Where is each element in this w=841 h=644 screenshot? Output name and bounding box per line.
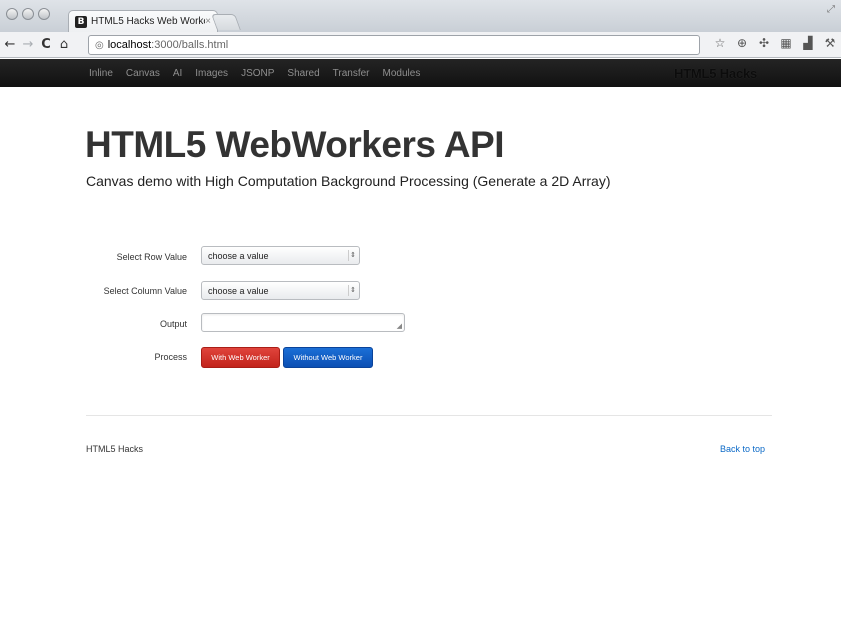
browser-window: B HTML5 Hacks Web Workers × ⤢ ← → C ⌂ ◎ …	[0, 0, 841, 644]
column-select-label: Select Column Value	[103, 286, 187, 296]
new-tab-button[interactable]	[211, 14, 241, 30]
bootstrap-favicon-icon: B	[75, 15, 87, 28]
nav-link-modules[interactable]: Modules	[383, 68, 421, 79]
column-select-value: choose a value	[208, 285, 269, 296]
output-textarea[interactable]: ◢	[201, 313, 405, 332]
resize-grip-icon[interactable]: ◢	[397, 322, 402, 330]
extension-icon[interactable]: ✣	[757, 36, 771, 50]
nav-links: Inline Canvas AI Images JSONP Shared Tra…	[89, 59, 420, 87]
page-title: HTML5 WebWorkers API	[85, 124, 505, 165]
extension-icon[interactable]: ▦	[779, 36, 793, 50]
close-window-button[interactable]	[6, 8, 18, 20]
tab-strip: B HTML5 Hacks Web Workers × ⤢	[0, 0, 841, 32]
back-to-top-link[interactable]: Back to top	[720, 444, 765, 454]
nav-link-transfer[interactable]: Transfer	[333, 68, 370, 79]
home-button[interactable]: ⌂	[56, 36, 72, 54]
footer-brand: HTML5 Hacks	[86, 444, 144, 454]
window-controls	[6, 8, 50, 20]
brand-link[interactable]: HTML5 Hacks	[674, 66, 757, 81]
browser-tab[interactable]: B HTML5 Hacks Web Workers ×	[68, 10, 218, 32]
wrench-menu-icon[interactable]: ⚒	[823, 36, 837, 50]
toolbar-icons: ☆ ⊕ ✣ ▦ ▟ ⚒	[713, 36, 837, 50]
back-button[interactable]: ←	[2, 36, 18, 54]
select-arrows-icon: ⇕	[348, 250, 357, 261]
row-select[interactable]: choose a value ⇕	[201, 246, 360, 265]
row-select-value: choose a value	[208, 250, 269, 261]
zoom-window-button[interactable]	[38, 8, 50, 20]
row-select-label: Select Row Value	[116, 252, 187, 262]
extension-icon[interactable]: ⊕	[735, 36, 749, 50]
forward-button[interactable]: →	[20, 36, 36, 54]
page-info-icon[interactable]: ◎	[95, 40, 104, 51]
nav-link-canvas[interactable]: Canvas	[126, 68, 160, 79]
minimize-window-button[interactable]	[22, 8, 34, 20]
fullscreen-icon[interactable]: ⤢	[827, 4, 835, 15]
close-tab-icon[interactable]: ×	[205, 16, 211, 27]
select-arrows-icon: ⇕	[348, 285, 357, 296]
column-select[interactable]: choose a value ⇕	[201, 281, 360, 300]
with-web-worker-button[interactable]: With Web Worker	[201, 347, 280, 368]
nav-link-inline[interactable]: Inline	[89, 68, 113, 79]
tab-title: HTML5 Hacks Web Workers	[91, 16, 206, 27]
url-path: :3000/balls.html	[151, 39, 229, 51]
output-label: Output	[159, 319, 187, 329]
reload-button[interactable]: C	[38, 36, 54, 54]
without-web-worker-button[interactable]: Without Web Worker	[283, 347, 373, 368]
bookmark-star-icon[interactable]: ☆	[713, 36, 727, 50]
footer-divider	[86, 415, 772, 416]
process-label: Process	[154, 352, 187, 362]
nav-link-ai[interactable]: AI	[173, 68, 182, 79]
nav-link-jsonp[interactable]: JSONP	[241, 68, 274, 79]
site-navbar: Inline Canvas AI Images JSONP Shared Tra…	[0, 59, 841, 87]
address-bar[interactable]: ◎ localhost:3000/balls.html	[88, 35, 700, 55]
nav-link-shared[interactable]: Shared	[287, 68, 319, 79]
nav-link-images[interactable]: Images	[195, 68, 228, 79]
browser-toolbar: ← → C ⌂ ◎ localhost:3000/balls.html ☆ ⊕ …	[0, 32, 841, 58]
page-subtitle: Canvas demo with High Computation Backgr…	[86, 173, 611, 189]
url-host: localhost	[107, 39, 152, 51]
extension-icon[interactable]: ▟	[801, 36, 815, 50]
